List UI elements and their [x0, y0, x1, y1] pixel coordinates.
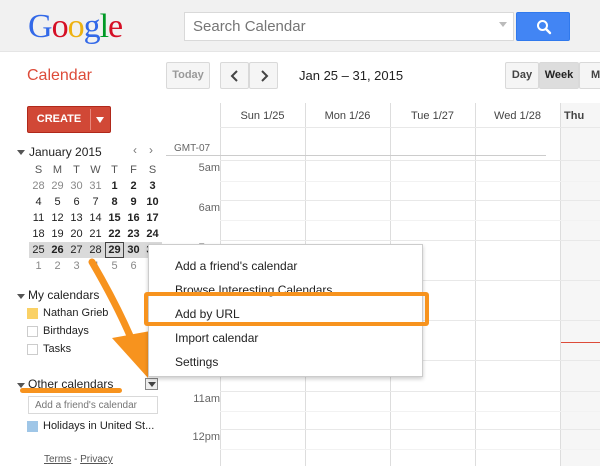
annotation-arrow — [88, 258, 156, 378]
menu-item-import-calendar[interactable]: Import calendar — [149, 326, 424, 350]
menu-item-settings[interactable]: Settings — [149, 350, 424, 374]
annotation-highlight-box — [144, 292, 429, 326]
menu-item-add-friend-calendar[interactable]: Add a friend's calendar — [149, 254, 424, 278]
